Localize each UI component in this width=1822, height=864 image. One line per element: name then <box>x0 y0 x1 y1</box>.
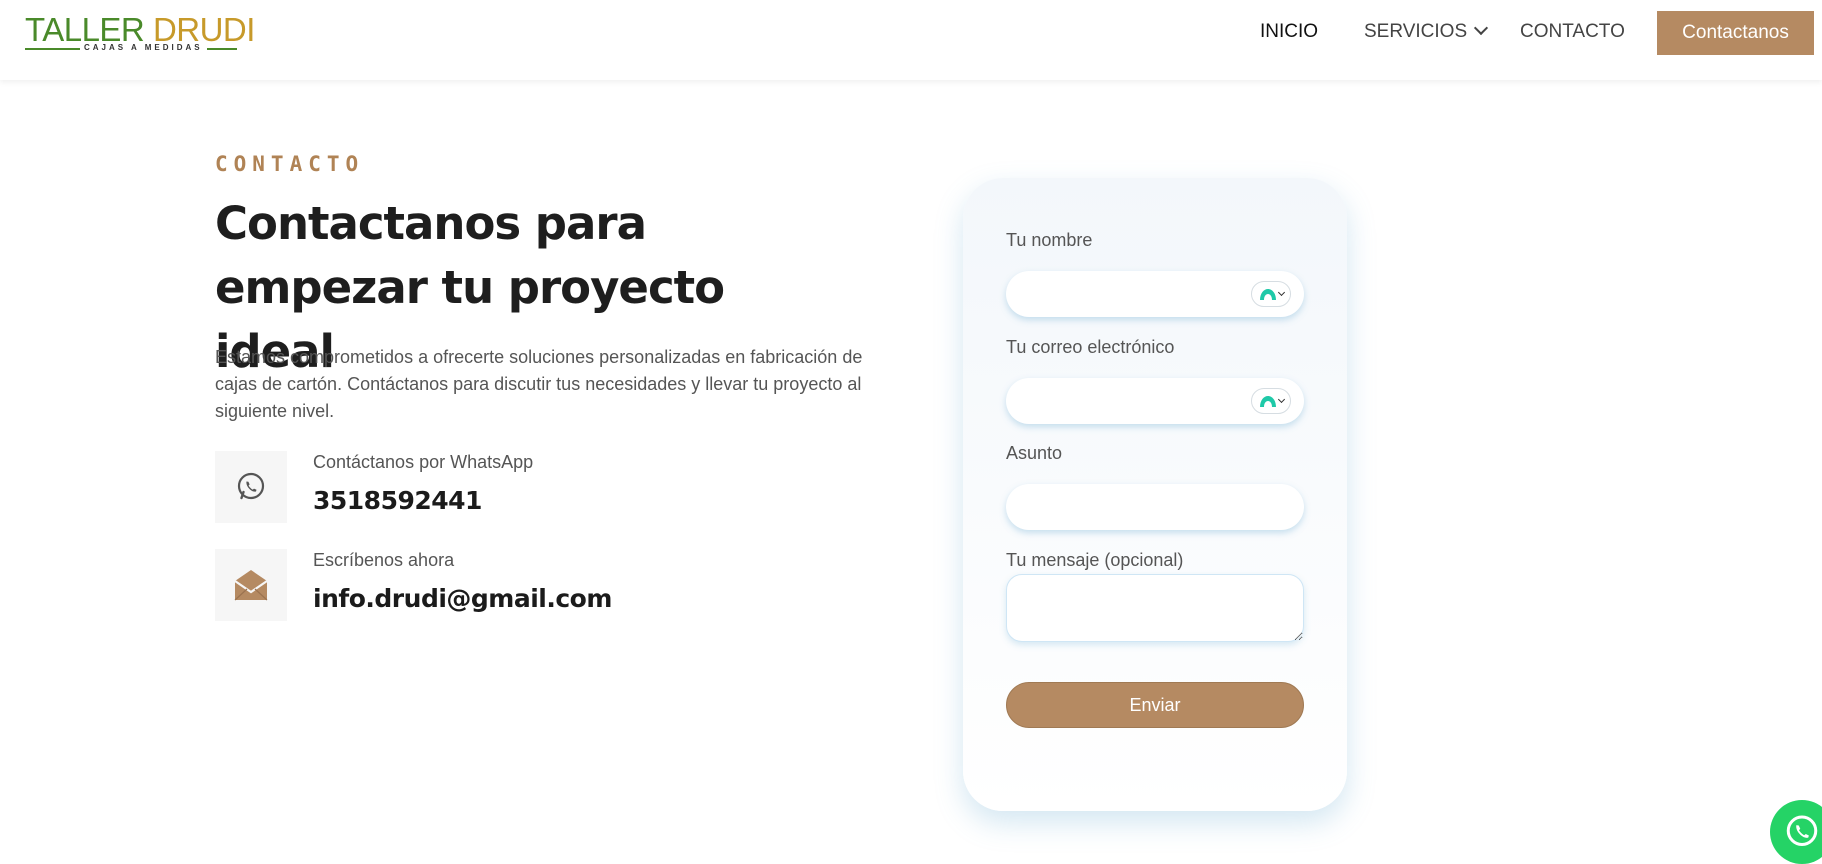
nav-item-contacto[interactable]: CONTACTO <box>1520 21 1625 43</box>
message-textarea[interactable] <box>1006 574 1304 642</box>
envelope-open-icon <box>234 570 268 601</box>
whatsapp-icon-box <box>215 451 287 523</box>
nav-item-inicio[interactable]: INICIO <box>1260 21 1318 43</box>
whatsapp-floating-button[interactable] <box>1770 800 1822 864</box>
whatsapp-number[interactable]: 3518592441 <box>313 486 482 515</box>
message-label: Tu mensaje (opcional) <box>1006 550 1184 570</box>
email-label: Escríbenos ahora <box>313 550 455 570</box>
password-manager-badge-email[interactable] <box>1251 388 1291 414</box>
password-manager-badge-name[interactable] <box>1251 281 1291 307</box>
name-label: Tu nombre <box>1006 230 1093 250</box>
email-icon-box <box>215 549 287 621</box>
whatsapp-icon <box>1786 815 1818 846</box>
chevron-down-icon <box>1474 20 1489 36</box>
nav-item-servicios[interactable]: SERVICIOS <box>1364 20 1489 43</box>
site-header: TALLER DRUDI CAJAS A MEDIDAS INICIO SERV… <box>0 0 1822 80</box>
nav-item-servicios-label: SERVICIOS <box>1364 21 1468 42</box>
whatsapp-label: Contáctanos por WhatsApp <box>313 452 534 472</box>
email-address[interactable]: info.drudi@gmail.com <box>313 584 612 613</box>
taller-drudi-logo[interactable]: TALLER DRUDI CAJAS A MEDIDAS <box>25 10 255 56</box>
section-description: Estamos comprometidos a ofrecerte soluci… <box>215 347 863 421</box>
chevron-down-icon <box>1277 395 1285 404</box>
section-eyebrow: CONTACTO <box>215 152 365 176</box>
email-field-label: Tu correo electrónico <box>1006 337 1175 357</box>
logo-subtitle: CAJAS A MEDIDAS <box>80 43 207 52</box>
whatsapp-icon <box>237 472 265 500</box>
contactanos-button[interactable]: Contactanos <box>1657 11 1814 55</box>
submit-button[interactable]: Enviar <box>1006 682 1304 728</box>
password-manager-icon <box>1259 289 1276 300</box>
subject-input[interactable] <box>1006 484 1304 530</box>
password-manager-icon <box>1259 396 1276 407</box>
subject-label: Asunto <box>1006 443 1063 463</box>
chevron-down-icon <box>1277 288 1285 297</box>
